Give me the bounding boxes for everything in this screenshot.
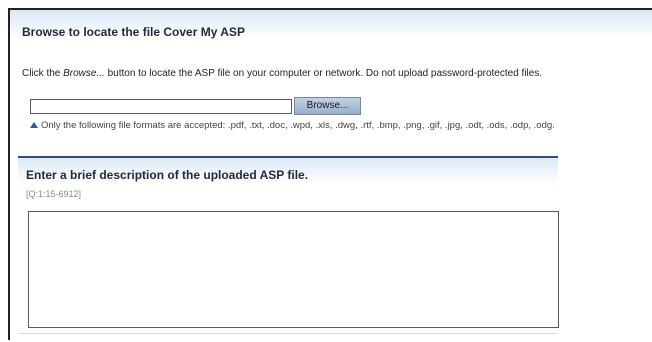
instruction-suffix: button to locate the ASP file on your co… bbox=[104, 68, 543, 79]
accepted-formats-text: Only the following file formats are acce… bbox=[41, 120, 555, 131]
description-textarea[interactable] bbox=[28, 211, 559, 328]
file-path-input[interactable] bbox=[30, 99, 292, 114]
accepted-formats-note: Only the following file formats are acce… bbox=[30, 120, 555, 131]
question-code: [Q:1:15-6912] bbox=[26, 189, 82, 199]
description-section: Enter a brief description of the uploade… bbox=[18, 156, 559, 342]
browse-button[interactable]: Browse... bbox=[294, 97, 361, 115]
section-bottom-divider bbox=[18, 333, 558, 334]
description-section-title: Enter a brief description of the uploade… bbox=[26, 168, 309, 182]
instruction-browse-emphasis: Browse... bbox=[63, 68, 105, 79]
upload-panel: Browse to locate the file Cover My ASP C… bbox=[8, 8, 652, 340]
triangle-up-icon bbox=[30, 122, 38, 128]
upload-section-title: Browse to locate the file Cover My ASP bbox=[22, 25, 245, 39]
upload-section-header: Browse to locate the file Cover My ASP bbox=[10, 10, 652, 39]
upload-instruction: Click the Browse... button to locate the… bbox=[22, 68, 542, 79]
description-section-header: Enter a brief description of the uploade… bbox=[18, 158, 558, 184]
instruction-prefix: Click the bbox=[22, 68, 64, 79]
